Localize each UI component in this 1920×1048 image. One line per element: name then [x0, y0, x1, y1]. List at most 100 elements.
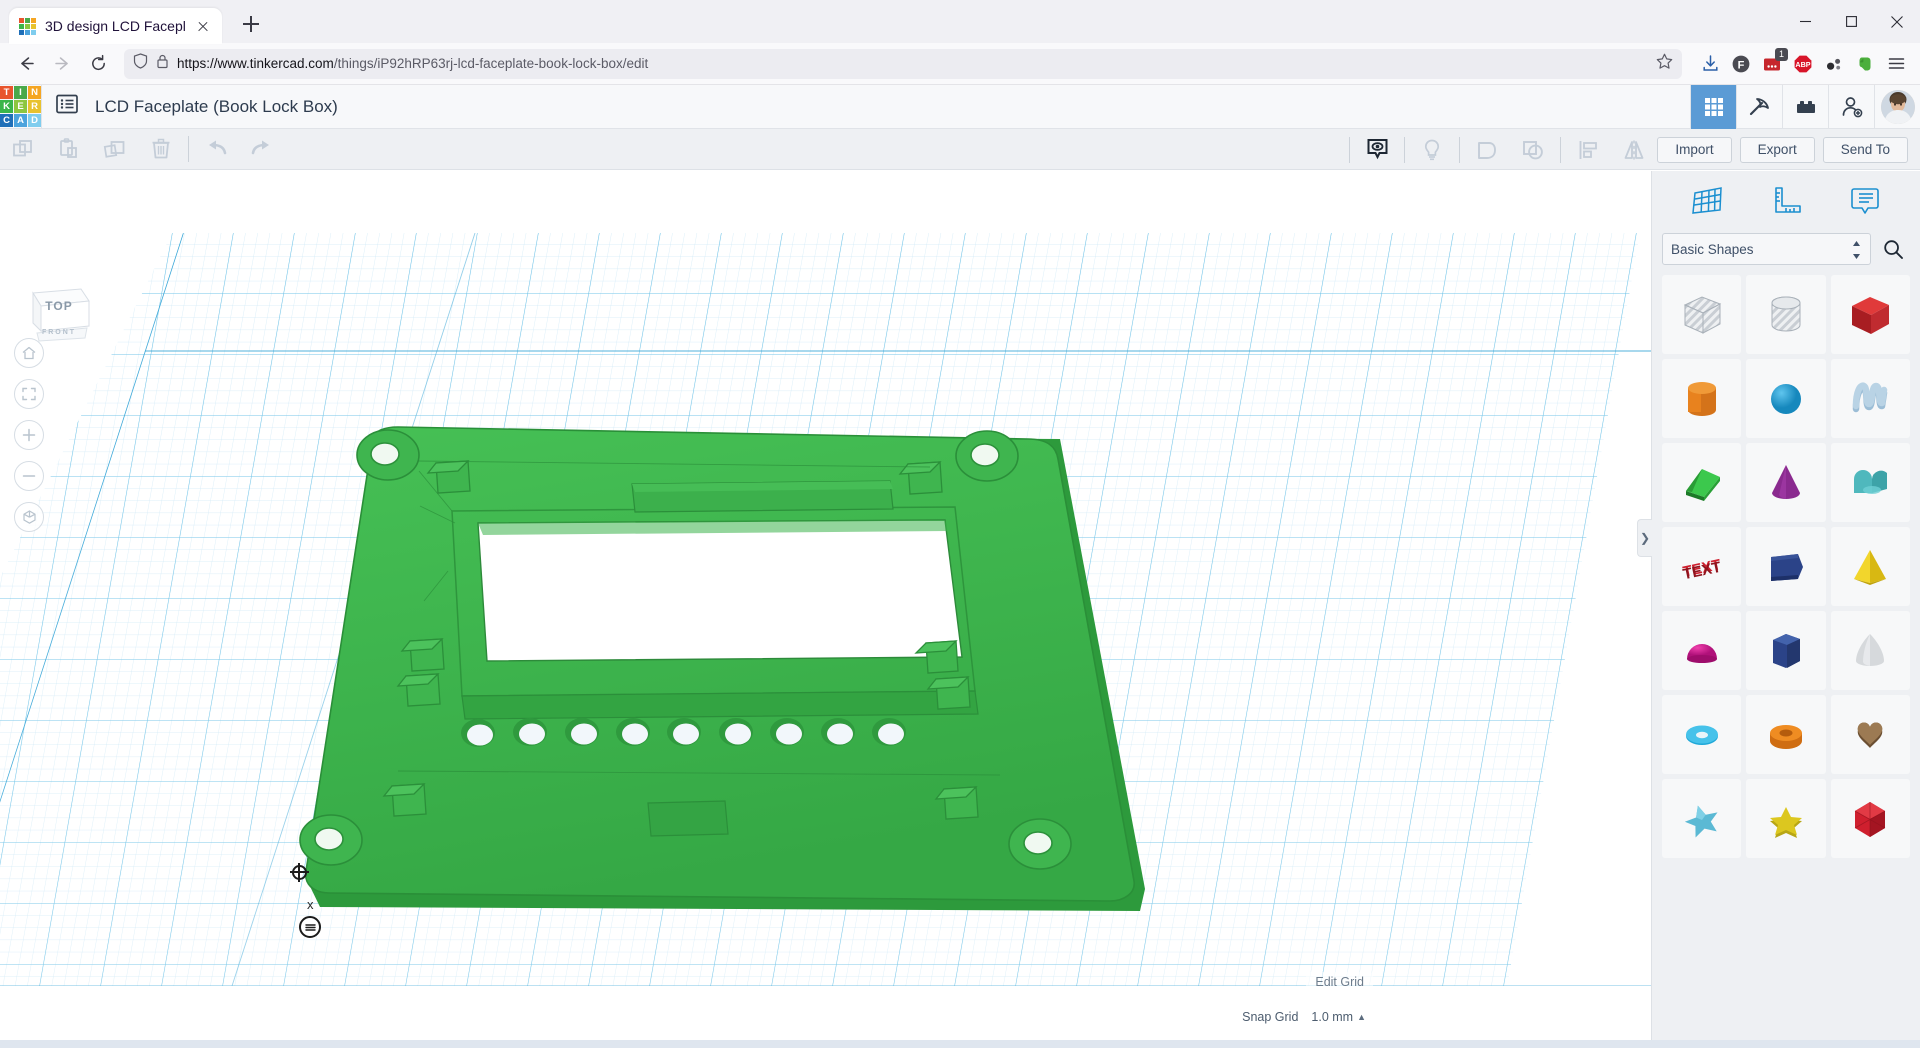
app-menu-icon[interactable] [1881, 49, 1911, 79]
shape-pyramid[interactable] [1830, 527, 1910, 606]
ruler-icon[interactable] [1766, 182, 1806, 222]
logo-cell-a: A [14, 114, 27, 127]
reload-icon[interactable] [81, 47, 115, 81]
forecast-extension-icon[interactable]: F [1726, 49, 1756, 79]
lcd-faceplate-model[interactable] [0, 171, 1651, 1048]
toolbar-divider [188, 136, 189, 162]
back-icon[interactable] [9, 47, 43, 81]
shape-box[interactable] [1830, 275, 1910, 354]
extension-badge: 1 [1775, 47, 1788, 61]
logo-cell-i: I [14, 86, 27, 99]
export-button[interactable]: Export [1739, 136, 1815, 163]
shape-hexagonal-prism[interactable] [1746, 611, 1826, 690]
edit-grid-button[interactable]: Edit Grid [1306, 972, 1373, 992]
invite-person-button[interactable] [1828, 85, 1874, 129]
download-icon[interactable] [1695, 49, 1725, 79]
tinkercad-app: T I N K E R C A D LCD Faceplate (Book Lo… [0, 84, 1920, 1048]
zoom-in-icon[interactable] [14, 420, 44, 450]
undo-button[interactable] [193, 129, 239, 170]
sidebar-item-minecraft[interactable] [1736, 85, 1782, 129]
shape-star-pointed[interactable] [1662, 779, 1742, 858]
forward-icon[interactable] [45, 47, 79, 81]
group-button[interactable] [1464, 129, 1510, 170]
origin-crosshair-icon[interactable] [290, 863, 309, 882]
shape-library-select[interactable]: Basic Shapes [1662, 233, 1871, 265]
lock-icon[interactable] [156, 54, 169, 74]
sidebar-item-designs-grid[interactable] [1690, 85, 1736, 129]
copy-button[interactable] [0, 129, 46, 170]
caret-up-icon: ▲ [1357, 1012, 1366, 1022]
snap-grid-control: Snap Grid 1.0 mm ▲ [1242, 1008, 1373, 1026]
shape-polygon-wedge[interactable] [1746, 527, 1826, 606]
tinkercad-logo[interactable]: T I N K E R C A D [0, 84, 42, 129]
search-shapes-button[interactable] [1876, 233, 1910, 265]
shape-polyhedron[interactable] [1830, 779, 1910, 858]
ruler-handle[interactable] [299, 916, 321, 938]
view-controls [14, 338, 44, 543]
shape-half-sphere[interactable] [1662, 611, 1742, 690]
shape-paraboloid[interactable] [1830, 611, 1910, 690]
url-path: /things/iP92hRP63rj-lcd-faceplate-book-l… [333, 55, 649, 71]
url-host: https://www.tinkercad.com [177, 55, 334, 71]
show-hide-button[interactable] [1354, 129, 1400, 170]
shape-box-hole[interactable] [1662, 275, 1742, 354]
align-button[interactable] [1565, 129, 1611, 170]
red-extension-icon[interactable]: 1 [1757, 47, 1788, 79]
close-window-icon[interactable] [1874, 0, 1920, 43]
panel-tool-icons [1652, 171, 1920, 233]
evernote-icon[interactable] [1850, 49, 1880, 79]
sidebar-item-blocks[interactable] [1782, 85, 1828, 129]
home-view-icon[interactable] [14, 338, 44, 368]
bookmark-star-icon[interactable] [1656, 53, 1673, 75]
zoom-out-icon[interactable] [14, 461, 44, 491]
page-title: LCD Faceplate (Book Lock Box) [95, 96, 338, 116]
logo-cell-n: N [28, 86, 41, 99]
user-avatar[interactable] [1874, 85, 1920, 129]
shield-icon[interactable] [133, 53, 148, 74]
ortho-perspective-icon[interactable] [14, 502, 44, 532]
tab-strip: 3D design LCD Faceplate (Book [0, 0, 1920, 44]
note-icon[interactable] [1845, 182, 1885, 222]
shape-cone[interactable] [1746, 443, 1826, 522]
url-text: https://www.tinkercad.com/things/iP92hRP… [177, 49, 1648, 79]
shape-sphere[interactable] [1746, 359, 1826, 438]
shape-text[interactable]: TEXT TEXT [1662, 527, 1742, 606]
delete-button[interactable] [138, 129, 184, 170]
redo-button[interactable] [239, 129, 285, 170]
shape-roof[interactable] [1830, 443, 1910, 522]
shape-scribble[interactable] [1830, 359, 1910, 438]
workplane-origin-handle[interactable] [290, 863, 309, 882]
ruler-handle-icon[interactable] [299, 916, 321, 938]
shape-wedge[interactable] [1662, 443, 1742, 522]
address-bar[interactable]: https://www.tinkercad.com/things/iP92hRP… [124, 48, 1682, 79]
history-tools-group [193, 129, 285, 170]
shape-cylinder-hole[interactable] [1746, 275, 1826, 354]
close-icon[interactable] [194, 17, 212, 35]
send-to-button[interactable]: Send To [1822, 136, 1908, 163]
maximize-icon[interactable] [1828, 0, 1874, 43]
snap-grid-value[interactable]: 1.0 mm ▲ [1304, 1008, 1373, 1026]
3d-viewport[interactable]: TOP FRONT x Edit Grid Snap Grid 1.0 mm ▲ [0, 171, 1651, 1048]
toolbar-divider-5 [1560, 136, 1561, 163]
ungroup-button[interactable] [1510, 129, 1556, 170]
project-list-icon[interactable] [56, 93, 78, 120]
workplane-icon[interactable] [1687, 182, 1727, 222]
dark-molecule-extension-icon[interactable] [1819, 49, 1849, 79]
snap-grid-value-text: 1.0 mm [1311, 1010, 1354, 1024]
fit-to-view-icon[interactable] [14, 379, 44, 409]
adblock-plus-icon[interactable]: ABP [1788, 49, 1818, 79]
minimize-icon[interactable] [1782, 0, 1828, 43]
duplicate-button[interactable] [92, 129, 138, 170]
shape-cylinder[interactable] [1662, 359, 1742, 438]
snap-grid-label: Snap Grid [1242, 1010, 1299, 1024]
light-button[interactable] [1409, 129, 1455, 170]
shape-tube[interactable] [1746, 695, 1826, 774]
shape-star-flat[interactable] [1746, 779, 1826, 858]
import-button[interactable]: Import [1657, 136, 1732, 163]
browser-tab[interactable]: 3D design LCD Faceplate (Book [9, 8, 222, 44]
collapse-panel-button[interactable]: ❯ [1637, 519, 1652, 557]
shape-torus[interactable] [1662, 695, 1742, 774]
new-tab-button[interactable] [234, 7, 268, 41]
paste-button[interactable] [46, 129, 92, 170]
shape-heart[interactable] [1830, 695, 1910, 774]
